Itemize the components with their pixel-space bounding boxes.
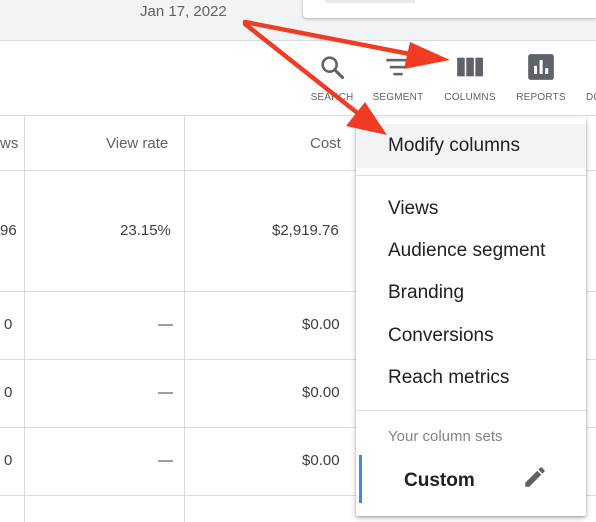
- views-cell: 0: [4, 452, 13, 469]
- menu-item-conversions[interactable]: Conversions: [356, 316, 586, 358]
- menu-item-branding[interactable]: Branding: [356, 272, 586, 314]
- search-icon: [321, 56, 345, 80]
- reports-button[interactable]: REPORTS: [501, 53, 581, 103]
- reports-icon: [528, 54, 554, 80]
- view-rate-cell: —: [158, 452, 173, 469]
- more-tool-label: DO: [586, 92, 596, 103]
- pencil-icon[interactable]: [522, 464, 548, 490]
- selected-indicator: [359, 455, 362, 503]
- column-header-cost[interactable]: Cost: [310, 135, 341, 152]
- menu-item-views[interactable]: Views: [356, 188, 586, 230]
- columns-menu: Modify columns Views Audience segment Br…: [356, 118, 586, 516]
- columns-button[interactable]: COLUMNS: [430, 53, 510, 103]
- view-rate-cell: —: [158, 316, 173, 333]
- date-range-end[interactable]: Jan 17, 2022: [140, 3, 227, 20]
- reports-label: REPORTS: [516, 92, 566, 103]
- segment-icon: [386, 58, 410, 76]
- menu-item-audience-segment[interactable]: Audience segment: [356, 230, 586, 272]
- columns-icon: [457, 57, 483, 77]
- column-sets-heading: Your column sets: [388, 428, 503, 445]
- date-range-bar: Jan 17, 2022: [0, 0, 596, 41]
- segment-label: SEGMENT: [372, 92, 424, 103]
- cost-cell: $0.00: [302, 452, 340, 469]
- more-tool-button[interactable]: DO: [586, 53, 596, 103]
- cost-cell: $0.00: [302, 316, 340, 333]
- table-toolbar: SEARCH SEGMENT COLUMNS REPORTS DO: [0, 41, 596, 115]
- views-cell: 0: [4, 384, 13, 401]
- view-rate-cell: —: [158, 384, 173, 401]
- segment-button[interactable]: SEGMENT: [358, 53, 438, 103]
- views-cell: 0: [4, 316, 13, 333]
- views-cell: 96: [0, 222, 17, 239]
- columns-label: COLUMNS: [444, 92, 496, 103]
- popup-card-edge: [303, 0, 596, 18]
- column-set-custom-label: Custom: [404, 470, 475, 491]
- cost-cell: $2,919.76: [272, 222, 339, 239]
- menu-item-modify-columns[interactable]: Modify columns: [356, 124, 586, 168]
- cost-cell: $0.00: [302, 384, 340, 401]
- view-rate-cell: 23.15%: [120, 222, 171, 239]
- column-header-view-rate[interactable]: View rate: [106, 135, 168, 152]
- menu-item-reach-metrics[interactable]: Reach metrics: [356, 358, 586, 400]
- column-header-views[interactable]: ws: [0, 135, 18, 152]
